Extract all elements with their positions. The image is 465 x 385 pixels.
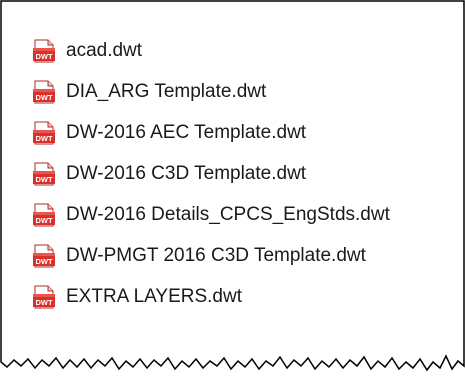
file-item-dia-arg-template[interactable]: DWT DIA_ARG Template.dwt xyxy=(32,71,390,112)
svg-text:DWT: DWT xyxy=(35,216,52,225)
dwt-file-icon: DWT xyxy=(33,39,55,62)
file-name: EXTRA LAYERS.dwt xyxy=(66,285,242,307)
dwt-file-icon: DWT xyxy=(33,162,55,185)
file-name: acad.dwt xyxy=(66,39,143,61)
file-item-acad[interactable]: DWT acad.dwt xyxy=(32,30,390,71)
dwt-file-icon: DWT xyxy=(33,80,55,103)
svg-text:DWT: DWT xyxy=(35,257,52,266)
svg-text:DWT: DWT xyxy=(35,134,52,143)
file-item-dw-2016-details[interactable]: DWT DW-2016 Details_CPCS_EngStds.dwt xyxy=(32,194,390,235)
file-name: DW-PMGT 2016 C3D Template.dwt xyxy=(66,244,366,266)
file-list: DWT acad.dwt DWT DIA_ARG Template.dwt DW… xyxy=(32,30,390,317)
file-name: DW-2016 C3D Template.dwt xyxy=(66,162,307,184)
file-item-dw-pmgt-2016-c3d-template[interactable]: DWT DW-PMGT 2016 C3D Template.dwt xyxy=(32,235,390,276)
svg-text:DWT: DWT xyxy=(35,175,52,184)
dwt-file-icon: DWT xyxy=(33,203,55,226)
file-name: DW-2016 AEC Template.dwt xyxy=(66,121,307,143)
svg-text:DWT: DWT xyxy=(35,93,52,102)
file-name: DW-2016 Details_CPCS_EngStds.dwt xyxy=(66,203,390,225)
file-item-dw-2016-c3d-template[interactable]: DWT DW-2016 C3D Template.dwt xyxy=(32,153,390,194)
dwt-file-icon: DWT xyxy=(33,121,55,144)
file-item-dw-2016-aec-template[interactable]: DWT DW-2016 AEC Template.dwt xyxy=(32,112,390,153)
file-item-extra-layers[interactable]: DWT EXTRA LAYERS.dwt xyxy=(32,276,390,317)
svg-text:DWT: DWT xyxy=(35,298,52,307)
svg-text:DWT: DWT xyxy=(35,52,52,61)
dwt-file-icon: DWT xyxy=(33,244,55,267)
file-name: DIA_ARG Template.dwt xyxy=(66,80,267,102)
dwt-file-icon: DWT xyxy=(33,285,55,308)
